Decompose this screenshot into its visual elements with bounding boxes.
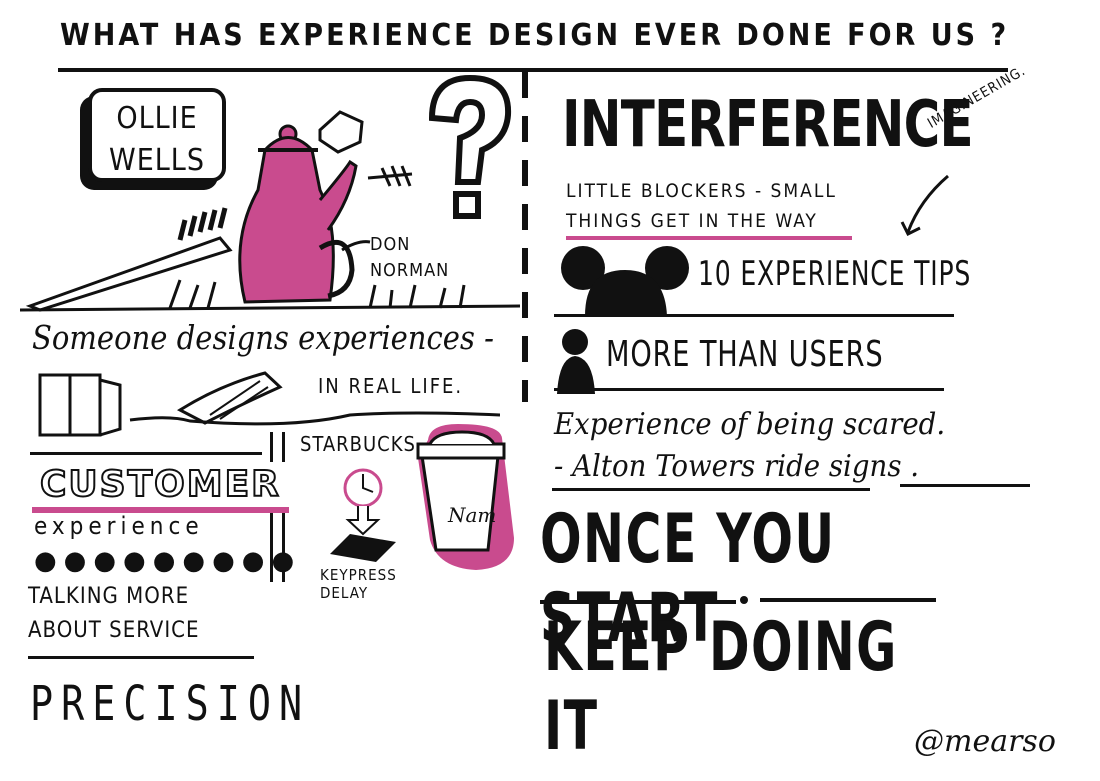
interference-heading: INTERFERENCE — [562, 88, 974, 162]
don-norman-line1: DON — [370, 234, 411, 255]
someone-designs-text: Someone designs experiences - — [32, 318, 494, 357]
talking-line1: TALKING MORE — [28, 584, 190, 609]
scared-line2: - Alton Towers ride signs . — [554, 449, 920, 484]
keyboard-hand-icon — [176, 371, 283, 425]
coffee-cup-icon: Nam — [416, 424, 514, 570]
users-underline — [554, 388, 944, 391]
svg-text:Nam: Nam — [447, 503, 496, 527]
scared-text: Experience of being scared. - Alton Towe… — [554, 404, 945, 488]
center-divider — [522, 72, 528, 402]
precision-text: PRECISION — [30, 676, 311, 732]
keypress-label: KEYPRESS DELAY — [320, 566, 397, 602]
person-illustration — [557, 329, 595, 394]
imagineering-arrow — [900, 174, 949, 237]
keep-doing-it-text: KEEP DOING IT — [544, 608, 898, 766]
don-norman-label: DON NORMAN — [370, 232, 449, 284]
blockers-text: LITTLE BLOCKERS - SMALL THINGS GET IN TH… — [566, 176, 852, 240]
once-underline-2 — [760, 598, 936, 602]
keypress-line1: KEYPRESS — [320, 566, 397, 584]
talking-line2: ABOUT SERVICE — [28, 618, 200, 643]
cube-icon — [318, 110, 364, 154]
toothbrush-icon — [25, 207, 233, 312]
once-underline-1 — [540, 600, 736, 604]
left-divider-top — [30, 452, 262, 455]
talking-more-text: TALKING MORE ABOUT SERVICE — [28, 580, 199, 648]
author-handle: @mearso — [914, 724, 1056, 759]
in-real-life-text: IN REAL LIFE. — [318, 374, 464, 398]
tips-underline — [554, 314, 954, 317]
customer-experience-sub: experience — [34, 512, 204, 540]
center-dot — [740, 596, 748, 604]
person-icon — [557, 329, 595, 394]
question-mark-icon — [428, 74, 512, 219]
customer-heading: CUSTOMER — [32, 462, 289, 513]
left-divider-bottom — [28, 656, 254, 659]
clock-icon — [343, 468, 383, 536]
dotted-separator: ●●●●●●●●● — [34, 546, 302, 576]
more-than-users-text: MORE THAN USERS — [606, 334, 884, 375]
scared-underline-2 — [900, 484, 1030, 487]
scared-line1: Experience of being scared. — [554, 407, 946, 442]
door-icon — [38, 373, 122, 437]
blockers-line1: LITTLE BLOCKERS - SMALL — [566, 180, 837, 202]
arrow-icon — [367, 165, 413, 187]
keypad-icon — [330, 534, 396, 562]
mickey-ears-illustration — [561, 246, 689, 316]
don-norman-line2: NORMAN — [370, 260, 450, 281]
blockers-line2: THINGS GET IN THE WAY — [566, 206, 852, 240]
page-title: WHAT HAS EXPERIENCE DESIGN EVER DONE FOR… — [60, 18, 1010, 53]
scared-underline-1 — [552, 488, 870, 491]
mickey-icon — [561, 246, 689, 316]
keypress-line2: DELAY — [320, 584, 369, 602]
experience-tips-text: 10 EXPERIENCE TIPS — [698, 254, 972, 294]
starbucks-illustration: Nam — [330, 424, 514, 570]
